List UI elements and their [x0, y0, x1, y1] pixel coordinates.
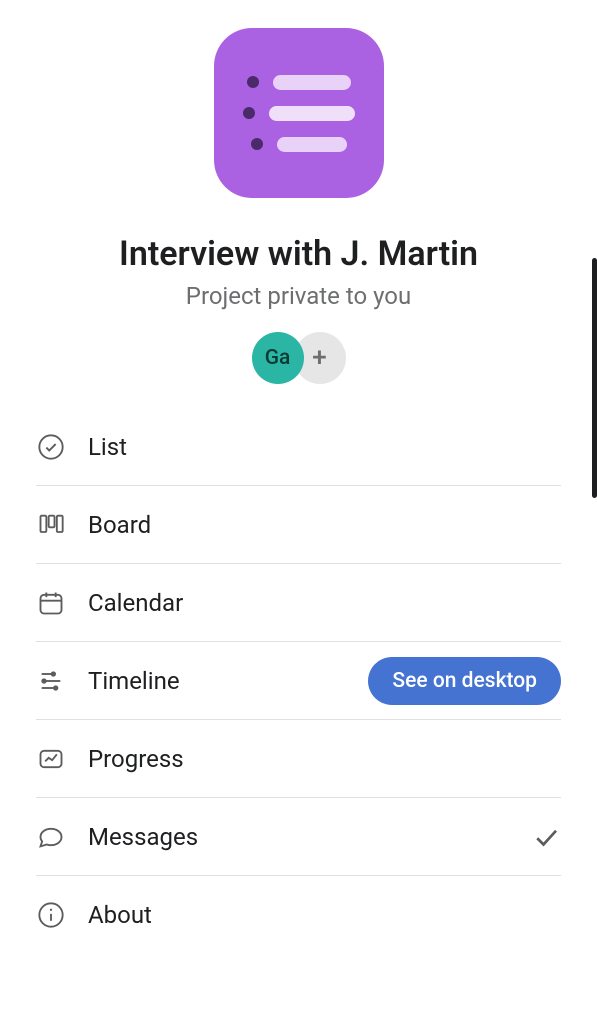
- menu-item-label: Timeline: [88, 667, 346, 695]
- menu-item-label: Messages: [88, 823, 509, 851]
- see-on-desktop-badge[interactable]: See on desktop: [368, 657, 561, 705]
- project-header: Interview with J. Martin Project private…: [0, 0, 597, 408]
- project-title: Interview with J. Martin: [119, 234, 478, 274]
- menu-item-list[interactable]: List: [36, 408, 561, 486]
- menu-item-timeline[interactable]: Timeline See on desktop: [36, 642, 561, 720]
- board-icon: [36, 510, 66, 540]
- info-icon: [36, 900, 66, 930]
- menu-item-board[interactable]: Board: [36, 486, 561, 564]
- menu-item-label: Calendar: [88, 589, 561, 617]
- scroll-indicator: [592, 258, 597, 498]
- member-avatar[interactable]: Ga: [252, 332, 304, 384]
- checkmark-icon: [531, 822, 561, 852]
- menu-item-label: Board: [88, 511, 561, 539]
- project-members: Ga +: [252, 332, 346, 384]
- menu-item-messages[interactable]: Messages: [36, 798, 561, 876]
- check-circle-icon: [36, 432, 66, 462]
- menu-item-label: Progress: [88, 745, 561, 773]
- progress-icon: [36, 744, 66, 774]
- project-list-icon: [214, 28, 384, 198]
- messages-icon: [36, 822, 66, 852]
- menu-item-calendar[interactable]: Calendar: [36, 564, 561, 642]
- timeline-icon: [36, 666, 66, 696]
- project-subtitle: Project private to you: [186, 282, 411, 310]
- menu-item-label: About: [88, 901, 561, 929]
- menu-item-progress[interactable]: Progress: [36, 720, 561, 798]
- view-list: List Board Calendar: [0, 408, 597, 1024]
- calendar-icon: [36, 588, 66, 618]
- menu-item-about[interactable]: About: [36, 876, 561, 954]
- menu-item-label: List: [88, 433, 561, 461]
